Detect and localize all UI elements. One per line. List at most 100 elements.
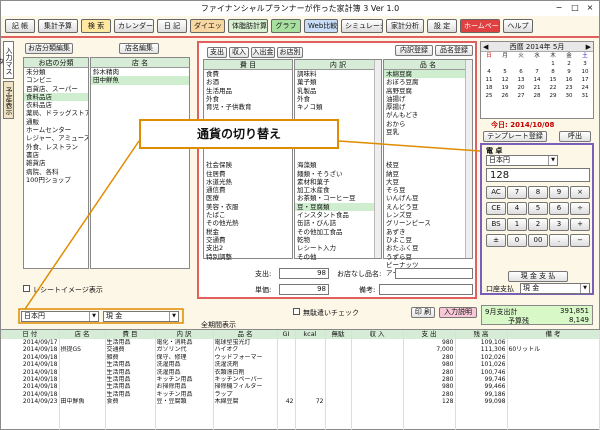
ledger-cell (155, 413, 214, 421)
ledger-cell: 生活用品 (105, 383, 156, 391)
ledger-cell: 掃除機フィルター (213, 383, 278, 391)
table-row[interactable]: 2014/09/18 生活用品 お掃除用品 掃除機フィルター 980 99,466 (1, 383, 600, 391)
print-button[interactable]: 印 刷 (411, 307, 435, 318)
ledger-column-header[interactable]: 残 高 (455, 330, 508, 339)
ledger-cell: 木綿豆腐 (213, 398, 278, 406)
waste-check-checkbox[interactable] (293, 308, 300, 315)
ledger-cell: 豆・豆腐類 (155, 398, 214, 406)
ledger-cell: 生活用品 (105, 368, 156, 377)
ledger-cell: 280 (403, 390, 456, 399)
ledger-column-header[interactable]: kcal (295, 330, 326, 339)
ledger-cell: 99,746 (455, 376, 508, 384)
ledger-cell (455, 420, 508, 428)
waste-check-label: 無駄遣いチェック (303, 309, 359, 317)
ledger-cell (351, 420, 404, 428)
table-row-empty[interactable] (1, 420, 600, 428)
ledger-cell (507, 353, 600, 362)
ledger-column-header[interactable]: 無駄 (325, 330, 352, 339)
ledger-cell (59, 376, 106, 384)
ledger-cell: 7,000 (403, 346, 456, 354)
ledger-cell: 洗濯用品 (155, 361, 214, 369)
ledger-cell: 2014/09/18 (1, 361, 60, 369)
table-row[interactable]: 2014/09/18 雑費 保守、修理 ウッドフォーマー 280 102,026 (1, 353, 600, 362)
table-row-empty[interactable] (1, 413, 600, 421)
input-help-button[interactable]: 入力説明 (439, 307, 477, 318)
table-row[interactable]: 2014/09/18 生活用品 キッチン用品 キッチンペーパー 280 99,746 (1, 376, 600, 384)
ledger-column-header[interactable]: 支 出 (403, 330, 456, 339)
ledger-cell: 2014/09/18 (1, 383, 60, 391)
table-row[interactable]: 2014/09/23 田中鮮魚 食費 豆・豆腐類 木綿豆腐 42 72 128 99,098 (1, 398, 600, 406)
ledger-cell: 2014/09/18 (1, 368, 60, 377)
ledger-column-header[interactable]: 日 付 (1, 330, 60, 339)
ledger-column-header[interactable]: 費 目 (105, 330, 156, 339)
ledger-cell (351, 413, 404, 421)
table-row[interactable]: 2014/09/18 摂提GS 交通費 ガソリン代 ハイオク 7,000 111,306 60… (1, 346, 600, 354)
currency-switch-callout: 通貨の切り替え (139, 119, 339, 149)
ledger-cell: 102,026 (455, 353, 508, 362)
ledger-cell (351, 398, 404, 406)
ledger-cell (295, 405, 326, 414)
ledger-cell (213, 420, 278, 428)
ledger-cell (59, 390, 106, 399)
ledger-cell (325, 413, 352, 421)
ledger-cell (295, 339, 326, 347)
ledger-cell: 2014/09/17 (1, 339, 60, 347)
ledger-cell (325, 361, 352, 369)
ledger-cell: ウッドフォーマー (213, 353, 278, 362)
ledger-cell (403, 420, 456, 428)
ledger-column-header[interactable]: 品 名 (213, 330, 278, 339)
ledger-cell: 280 (403, 376, 456, 384)
ledger-cell: 128 (403, 398, 456, 406)
ledger-cell: 食費 (105, 398, 156, 406)
ledger-cell: 生活用品 (105, 339, 156, 347)
payment-filter-select[interactable]: 現 金 ▼ (103, 311, 179, 322)
ledger-column-header[interactable]: GI (277, 330, 296, 339)
ledger-cell (351, 353, 404, 362)
ledger-cell: 280 (403, 353, 456, 362)
ledger-cell: 衣類漂白剤 (213, 368, 278, 377)
ledger-cell (325, 405, 352, 414)
table-row[interactable]: 2014/09/18 生活用品 洗濯用品 洗濯洗剤 980 101,026 (1, 361, 600, 369)
ledger-cell: 2014/09/23 (1, 398, 60, 406)
ledger-cell (1, 420, 60, 428)
ledger-cell: 生活用品 (105, 390, 156, 399)
month-total-value: 391,851 (560, 307, 589, 315)
ledger-cell (507, 405, 600, 414)
ledger-column-header[interactable]: 内 訳 (155, 330, 214, 339)
table-row[interactable]: 2014/09/18 生活用品 キッチン用品 ラップ 280 99,186 (1, 390, 600, 399)
ledger-cell (155, 405, 214, 414)
ledger-cell (325, 353, 352, 362)
ledger-cell (277, 405, 296, 414)
table-row[interactable]: 2014/09/18 生活用品 洗濯用品 衣類漂白剤 280 100,746 (1, 368, 600, 377)
monthly-summary: 9月支出計 391,851 予算残 8,149 (481, 305, 593, 325)
ledger-column-header[interactable]: 備 考 (507, 330, 600, 339)
ledger-cell: 洗濯用品 (155, 368, 214, 377)
ledger-cell: 田中鮮魚 (59, 398, 106, 406)
ledger-table[interactable]: 日 付店 名費 目内 訳品 名 GI kcal 無駄収 入支 出残 高備 考 2014… (1, 329, 600, 430)
ledger-cell: 雑費 (105, 353, 156, 362)
ledger-cell: 42 (277, 398, 296, 406)
ledger-cell: ガソリン代 (155, 346, 214, 354)
ledger-cell (277, 390, 296, 399)
ledger-cell: 生活用品 (105, 376, 156, 384)
ledger-cell: キッチン用品 (155, 376, 214, 384)
ledger-cell (455, 405, 508, 414)
ledger-cell (325, 390, 352, 399)
ledger-cell: 100,746 (455, 368, 508, 377)
ledger-cell (325, 339, 352, 347)
table-row[interactable]: 2014/09/17 生活用品 電化・消耗品 電球型蛍光灯 980 109,106 (1, 339, 600, 347)
ledger-cell: 洗濯洗剤 (213, 361, 278, 369)
ledger-cell (351, 361, 404, 369)
ledger-cell: 72 (295, 398, 326, 406)
ledger-cell: ラップ (213, 390, 278, 399)
ledger-cell: 摂提GS (59, 346, 106, 354)
ledger-cell (351, 390, 404, 399)
table-row-empty[interactable] (1, 405, 600, 414)
ledger-cell (351, 405, 404, 414)
ledger-cell (295, 420, 326, 428)
ledger-cell (351, 383, 404, 391)
ledger-cell (59, 368, 106, 377)
currency-select[interactable]: 日本円 ▼ (21, 311, 99, 322)
ledger-column-header[interactable]: 収 入 (351, 330, 404, 339)
ledger-column-header[interactable]: 店 名 (59, 330, 106, 339)
